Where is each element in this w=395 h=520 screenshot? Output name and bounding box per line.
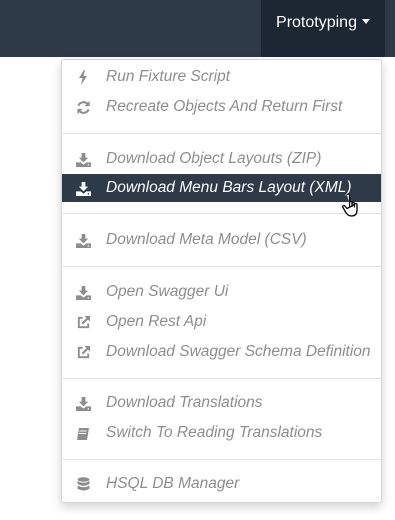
external-link-icon — [75, 345, 91, 360]
menu-item-recreate-objects[interactable]: Recreate Objects And Return First — [62, 93, 381, 121]
menu-item-label: Open Rest Api — [106, 313, 207, 330]
menu-item-label: HSQL DB Manager — [106, 475, 240, 492]
menu-item-run-fixture-script[interactable]: Run Fixture Script — [62, 63, 381, 91]
menu-item-label: Run Fixture Script — [106, 68, 231, 85]
menu-item-download-translations[interactable]: Download Translations — [62, 389, 381, 417]
bolt-icon — [75, 70, 91, 85]
menu-item-label: Recreate Objects And Return First — [106, 98, 343, 115]
menu-item-switch-to-reading-translations[interactable]: Switch To Reading Translations — [62, 419, 381, 447]
menu-item-label: Open Swagger Ui — [106, 283, 229, 300]
menu-divider — [62, 213, 381, 214]
hand-cursor-icon — [341, 193, 361, 219]
menu-item-label: Switch To Reading Translations — [106, 424, 323, 441]
database-icon — [75, 477, 91, 492]
menu-item-download-meta-model[interactable]: Download Meta Model (CSV) — [62, 226, 381, 254]
menu-divider — [62, 459, 381, 460]
prototyping-menu-label: Prototyping — [276, 14, 357, 31]
menu-divider — [62, 133, 381, 134]
download-icon — [75, 152, 91, 167]
refresh-icon — [75, 100, 91, 115]
prototyping-menu-toggle[interactable]: Prototyping — [261, 0, 385, 57]
menu-item-label: Download Object Layouts (ZIP) — [106, 150, 322, 167]
download-icon — [75, 285, 91, 300]
menu-item-open-swagger-ui[interactable]: Open Swagger Ui — [62, 278, 381, 306]
external-link-icon — [75, 315, 91, 330]
menu-divider — [62, 266, 381, 267]
download-icon — [75, 233, 91, 248]
navbar: Prototyping — [0, 0, 395, 57]
menu-item-label: Download Meta Model (CSV) — [106, 231, 307, 248]
book-icon — [75, 426, 91, 441]
download-icon — [75, 396, 91, 411]
menu-item-hsql-db-manager[interactable]: HSQL DB Manager — [62, 470, 381, 498]
menu-item-download-object-layouts[interactable]: Download Object Layouts (ZIP) — [62, 145, 381, 173]
download-icon — [75, 181, 91, 196]
menu-item-download-swagger-schema[interactable]: Download Swagger Schema Definition — [62, 338, 381, 366]
menu-item-open-rest-api[interactable]: Open Rest Api — [62, 308, 381, 336]
menu-divider — [62, 378, 381, 379]
caret-down-icon — [361, 19, 370, 25]
menu-item-label: Download Menu Bars Layout (XML) — [106, 179, 352, 196]
menu-item-label: Download Translations — [106, 394, 263, 411]
menu-item-download-menu-bars-layout[interactable]: Download Menu Bars Layout (XML) — [62, 174, 381, 202]
prototyping-dropdown-menu: Run Fixture Script Recreate Objects And … — [61, 59, 382, 503]
menu-item-label: Download Swagger Schema Definition — [106, 343, 371, 360]
